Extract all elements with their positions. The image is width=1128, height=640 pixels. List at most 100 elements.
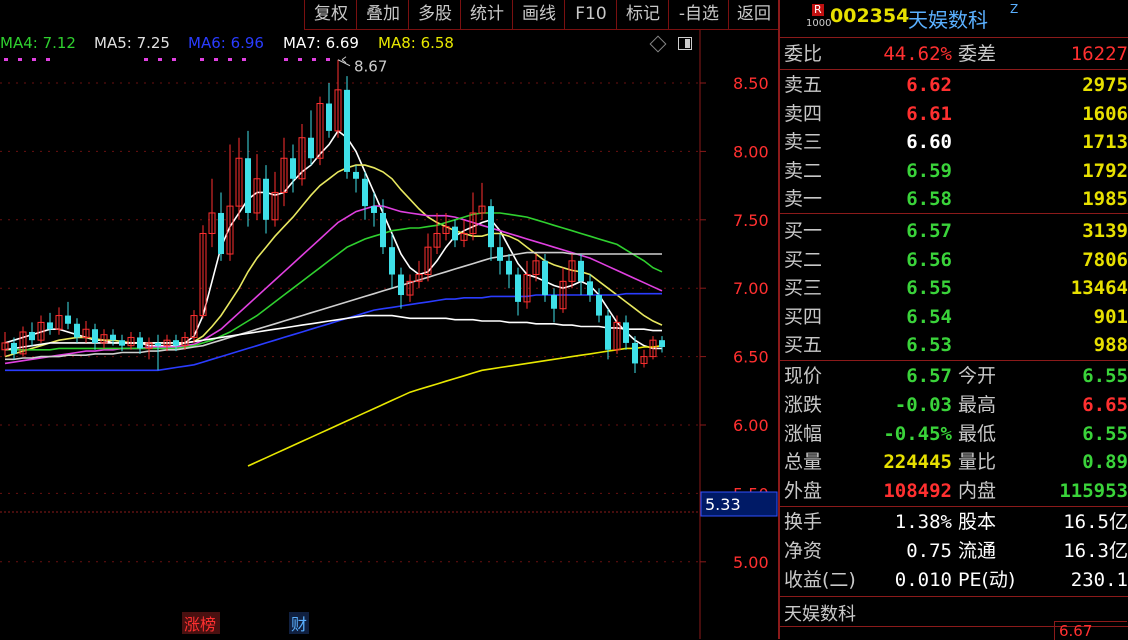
candle-body [245,158,251,213]
weicha-value: 16227 [1070,43,1128,65]
order-volume: 2975 [1082,74,1128,96]
order-price: 6.57 [906,220,952,242]
weibi-value: 44.62% [883,43,952,65]
toolbar-item-6[interactable]: 标记 [616,0,669,29]
stat-value: 115953 [1059,480,1128,503]
stat-label: 涨跌 [784,393,823,416]
candle-body [263,178,269,220]
kline-chart-area[interactable]: 8.508.007.507.006.506.005.505.008.675.33… [0,0,778,639]
footer-stock-name[interactable]: 天娱数科 [784,600,856,626]
toolbar-item-7[interactable]: -自选 [668,0,729,29]
candle-body [11,342,17,354]
signal-dot [298,58,302,61]
candle-body [632,342,638,364]
stat-label: 今开 [958,365,997,387]
candle-body [452,226,458,241]
candle-body [398,274,404,296]
stat-row: 现价 6.57 今开 6.55 [780,362,1128,391]
fund-label: PE(动) [958,568,1016,591]
chart-toolbar: 复权 叠加 多股 统计 画线 F10 标记 -自选 返回 [304,0,778,30]
candle-body [371,206,377,213]
order-price: 6.56 [906,248,952,271]
toolbar-item-4[interactable]: 画线 [512,0,565,29]
signal-dot [228,58,232,61]
candle-body [92,329,98,343]
y-tick-label: 7.50 [733,211,769,230]
order-volume: 1606 [1082,102,1128,125]
order-level-label: 卖四 [784,102,823,125]
fund-label: 收益(二) [784,568,856,591]
signal-dot [312,58,316,61]
weibi-label: 委比 [784,43,823,65]
stat-label: 涨幅 [784,422,823,445]
candle-body [74,323,80,338]
stat-label: 外盘 [784,480,823,503]
toolbar-item-3[interactable]: 统计 [460,0,513,29]
stat-label: 总量 [784,451,823,474]
stat-value: 6.65 [1082,393,1128,416]
toolbar-item-0[interactable]: 复权 [304,0,357,29]
stat-label: 量比 [958,451,997,474]
quote-panel: R 1000 002354 天娱数科 Z 委比 44.62% 委差 16227 … [778,0,1128,639]
candle-body [173,340,179,346]
stat-value: 224445 [883,451,952,474]
fund-value: 0.75 [906,539,952,562]
candle-body [497,247,503,261]
order-level-label: 卖二 [784,159,823,182]
candle-body [47,322,53,330]
buy-row: 买五 6.53 988 [780,331,1128,360]
candle-body [137,337,143,349]
order-level-label: 买三 [784,277,823,300]
toolbar-item-2[interactable]: 多股 [408,0,461,29]
y-tick-label: 8.50 [733,74,769,93]
candle-body [29,331,35,341]
order-price: 6.61 [906,102,952,125]
stat-label: 现价 [784,365,823,387]
signal-dot [242,58,246,61]
sell-row: 卖四 6.61 1606 [780,100,1128,129]
bottom-price-box: 6.67 [1054,621,1127,640]
candle-body [290,158,296,179]
candle-body [578,260,584,282]
order-price: 6.54 [906,305,952,328]
stock-code[interactable]: 002354 [830,5,909,27]
fund-row: 净资 0.75 流通 16.3亿 [780,537,1128,566]
candle-body [605,315,611,350]
bottom-price-value: 6.67 [1059,622,1093,640]
toolbar-item-8[interactable]: 返回 [728,0,779,29]
candle-body [596,295,602,316]
toolbar-item-5[interactable]: F10 [564,0,617,29]
kline-chart[interactable]: 8.508.007.507.006.506.005.505.008.675.33… [0,0,778,639]
stat-value: 108492 [883,480,952,503]
candle-body [506,260,512,275]
stock-mark: Z [1010,2,1019,16]
ma-legend-item: MA4: 7.12 [0,34,76,52]
stock-header: R 1000 002354 天娱数科 Z [780,0,1128,37]
bottom-tag: 涨榜 [184,615,216,634]
sell-row: 卖三 6.60 1713 [780,128,1128,157]
stock-name[interactable]: 天娱数科 [908,4,988,33]
sell-row: 卖二 6.59 1792 [780,157,1128,186]
candle-body [308,137,314,159]
candle-body [587,281,593,296]
fund-label: 换手 [784,511,823,533]
fund-row: 换手 1.38% 股本 16.5亿 [780,508,1128,537]
stat-value: -0.03 [894,393,952,416]
candle-body [380,212,386,248]
stat-value: 0.89 [1082,451,1128,474]
panel-toggle-icon[interactable] [678,37,692,50]
order-volume: 988 [1093,334,1128,357]
order-price: 6.53 [906,334,952,357]
candle-body [326,103,332,131]
order-price: 6.55 [906,277,952,300]
candle-body [353,171,359,179]
y-tick-label: 7.00 [733,279,769,298]
bottom-tag: 财 [291,615,307,634]
candle-body [119,340,125,346]
candle-body [551,295,557,309]
toolbar-item-1[interactable]: 叠加 [356,0,409,29]
badge-1000: 1000 [806,18,832,29]
order-level-label: 买一 [784,220,823,242]
signal-dot [18,58,22,61]
y-tick-label: 8.00 [733,142,769,161]
